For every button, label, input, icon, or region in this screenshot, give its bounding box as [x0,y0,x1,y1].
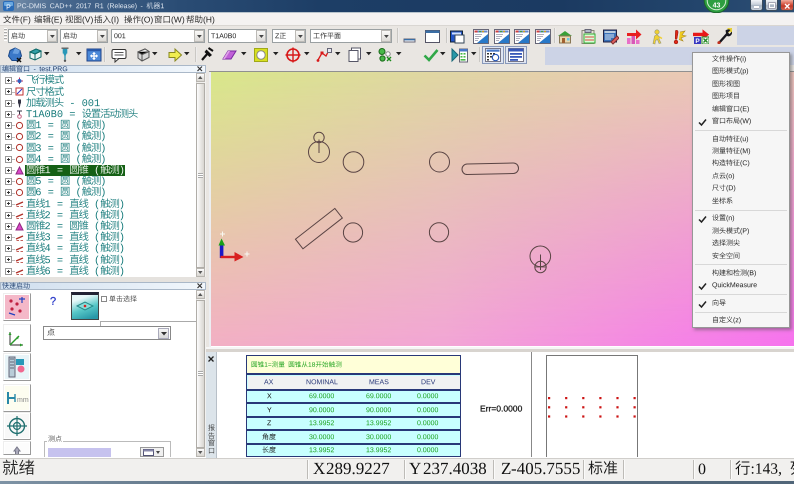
svg-text:mm: mm [17,397,29,404]
svg-text:P: P [695,38,700,44]
svg-text:43: 43 [713,3,721,10]
svg-text:P: P [6,5,11,12]
